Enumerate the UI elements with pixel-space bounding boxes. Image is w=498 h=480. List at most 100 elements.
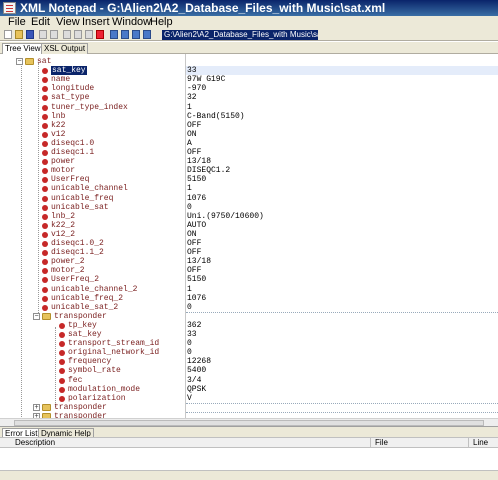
attribute-name[interactable]: diseqc1.1_2 <box>51 248 104 257</box>
column-line[interactable]: Line <box>473 438 488 448</box>
menu-file[interactable]: File <box>8 16 26 29</box>
attribute-name[interactable]: unicable_channel_2 <box>51 285 137 294</box>
tree-row[interactable]: motor <box>0 166 185 175</box>
value-cell[interactable] <box>186 312 498 321</box>
tree-row[interactable]: polarization <box>0 394 185 403</box>
value-cell[interactable]: 13/18 <box>186 157 498 166</box>
tree-row[interactable]: v12 <box>0 130 185 139</box>
attribute-name[interactable]: polarization <box>68 394 126 403</box>
attribute-name[interactable]: v12_2 <box>51 230 75 239</box>
tab-tree-view[interactable]: Tree View <box>2 43 44 54</box>
tree-row[interactable]: unicable_channel_2 <box>0 285 185 294</box>
delete-icon[interactable] <box>96 30 104 39</box>
tree-row[interactable]: power_2 <box>0 257 185 266</box>
attribute-name[interactable]: lnb_2 <box>51 212 75 221</box>
tree-row[interactable]: UserFreq_2 <box>0 275 185 284</box>
value-cell[interactable]: ON <box>186 130 498 139</box>
value-cell[interactable]: 5400 <box>186 366 498 375</box>
attribute-name[interactable]: sat_key <box>51 66 87 75</box>
value-cell[interactable]: C-Band(5150) <box>186 112 498 121</box>
attribute-name[interactable]: power <box>51 157 75 166</box>
attribute-name[interactable]: modulation_mode <box>68 385 140 394</box>
attribute-name[interactable]: tp_key <box>68 321 97 330</box>
value-cell[interactable]: 5150 <box>186 175 498 184</box>
tree-row[interactable]: unicable_sat_2 <box>0 303 185 312</box>
cut-icon[interactable] <box>63 30 71 39</box>
tree-row[interactable]: lnb_2 <box>0 212 185 221</box>
tree-row[interactable]: symbol_rate <box>0 366 185 375</box>
nudge-up-icon[interactable] <box>110 30 118 39</box>
tree-row[interactable]: tuner_type_index <box>0 103 185 112</box>
attribute-name[interactable]: longitude <box>51 84 94 93</box>
attribute-name[interactable]: UserFreq_2 <box>51 275 99 284</box>
collapse-icon[interactable]: − <box>16 58 23 65</box>
value-cell[interactable]: -970 <box>186 84 498 93</box>
attribute-name[interactable]: v12 <box>51 130 65 139</box>
tree-row[interactable]: tp_key <box>0 321 185 330</box>
attribute-name[interactable]: unicable_channel <box>51 184 128 193</box>
attribute-name[interactable]: tuner_type_index <box>51 103 128 112</box>
nudge-right-icon[interactable] <box>143 30 151 39</box>
value-cell[interactable]: QPSK <box>186 385 498 394</box>
attribute-name[interactable]: lnb <box>51 112 65 121</box>
value-cell[interactable]: 1076 <box>186 194 498 203</box>
tree-row[interactable]: k22_2 <box>0 221 185 230</box>
value-cell[interactable]: 1 <box>186 285 498 294</box>
tree-row[interactable]: unicable_freq <box>0 194 185 203</box>
new-file-icon[interactable] <box>4 30 12 39</box>
nudge-left-icon[interactable] <box>132 30 140 39</box>
value-cell[interactable] <box>186 57 498 66</box>
value-cell[interactable]: 1076 <box>186 294 498 303</box>
element-node-label[interactable]: transponder <box>54 403 107 412</box>
value-cell[interactable]: OFF <box>186 248 498 257</box>
value-cell[interactable]: 0 <box>186 348 498 357</box>
element-node-label[interactable]: sat <box>37 57 51 66</box>
attribute-name[interactable]: diseqc1.0 <box>51 139 94 148</box>
value-cell[interactable]: ON <box>186 230 498 239</box>
value-cell[interactable]: OFF <box>186 239 498 248</box>
tree-row[interactable]: − transponder <box>0 312 185 321</box>
value-cell[interactable]: DISEQC1.2 <box>186 166 498 175</box>
value-pane[interactable]: 33 97W G19C -970 32 1 C-Band(5150) OFF ON A OFF 13… <box>186 54 498 426</box>
undo-icon[interactable] <box>39 30 47 39</box>
menu-view[interactable]: View <box>56 16 80 29</box>
open-folder-icon[interactable] <box>15 30 23 39</box>
tree-row[interactable]: unicable_channel <box>0 184 185 193</box>
tree-row[interactable]: diseqc1.0_2 <box>0 239 185 248</box>
menu-window[interactable]: Window <box>112 16 151 29</box>
attribute-name[interactable]: k22 <box>51 121 65 130</box>
attribute-name[interactable]: k22_2 <box>51 221 75 230</box>
menu-help[interactable]: Help <box>150 16 173 29</box>
attribute-name[interactable]: diseqc1.1 <box>51 148 94 157</box>
value-cell[interactable]: 12268 <box>186 357 498 366</box>
attribute-name[interactable]: sat_type <box>51 93 89 102</box>
attribute-name[interactable]: fec <box>68 376 82 385</box>
attribute-name[interactable]: unicable_freq_2 <box>51 294 123 303</box>
tab-xsl-output[interactable]: XSL Output <box>41 43 89 54</box>
value-cell[interactable]: OFF <box>186 121 498 130</box>
attribute-name[interactable]: symbol_rate <box>68 366 121 375</box>
value-cell[interactable]: 33 <box>186 66 498 75</box>
attribute-name[interactable]: frequency <box>68 357 111 366</box>
attribute-name[interactable]: transport_stream_id <box>68 339 159 348</box>
attribute-name[interactable]: UserFreq <box>51 175 89 184</box>
attribute-name[interactable]: unicable_sat <box>51 203 109 212</box>
tree-row[interactable]: original_network_id <box>0 348 185 357</box>
attribute-name[interactable]: unicable_freq <box>51 194 113 203</box>
tree-row[interactable]: frequency <box>0 357 185 366</box>
attribute-name[interactable]: motor <box>51 166 75 175</box>
tree-row[interactable]: longitude <box>0 84 185 93</box>
value-cell[interactable]: AUTO <box>186 221 498 230</box>
value-cell[interactable]: OFF <box>186 148 498 157</box>
tree-row[interactable]: sat_key <box>0 66 185 75</box>
tree-row[interactable]: modulation_mode <box>0 385 185 394</box>
column-file[interactable]: File <box>375 438 388 448</box>
column-description[interactable]: Description <box>15 438 55 448</box>
value-cell[interactable]: 5150 <box>186 275 498 284</box>
redo-icon[interactable] <box>50 30 58 39</box>
tree-row[interactable]: diseqc1.1 <box>0 148 185 157</box>
attribute-name[interactable]: original_network_id <box>68 348 159 357</box>
nudge-down-icon[interactable] <box>121 30 129 39</box>
tree-row[interactable]: motor_2 <box>0 266 185 275</box>
tree-row[interactable]: transport_stream_id <box>0 339 185 348</box>
